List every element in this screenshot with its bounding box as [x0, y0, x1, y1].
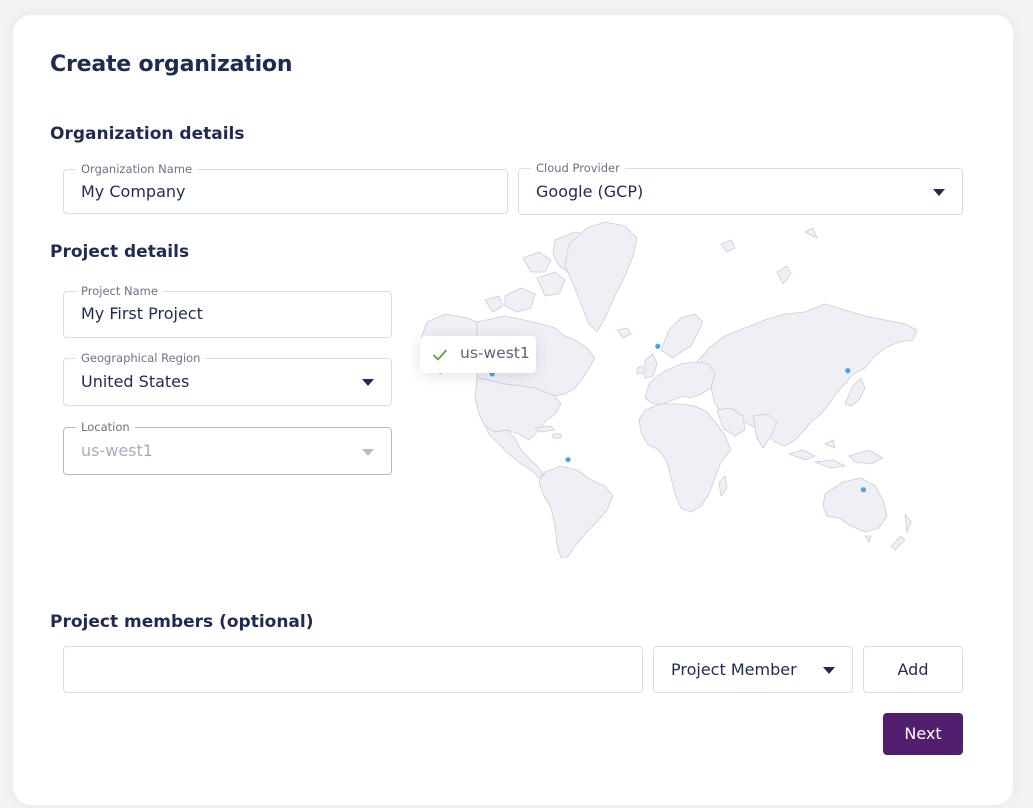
add-member-button[interactable]: Add: [863, 646, 963, 693]
land-caribbean: [534, 425, 562, 439]
location-label: Location: [76, 420, 135, 434]
location-select[interactable]: Location us-west1: [63, 420, 392, 475]
project-details-heading: Project details: [50, 242, 190, 262]
land-tasmania: [864, 535, 872, 543]
organization-name-label: Organization Name: [76, 162, 198, 176]
organization-details-heading: Organization details: [50, 124, 245, 144]
project-name-field[interactable]: Project Name My First Project: [63, 284, 392, 338]
chevron-down-icon[interactable]: [362, 379, 374, 386]
page-title: Create organization: [50, 52, 293, 77]
organization-name-field[interactable]: Organization Name My Company: [63, 162, 508, 214]
next-button[interactable]: Next: [883, 713, 963, 755]
geographical-region-value: United States: [81, 372, 190, 391]
location-value: us-west1: [81, 441, 153, 460]
land-australia: [822, 477, 888, 533]
region-marker-europe-west[interactable]: [655, 343, 661, 349]
project-name-value[interactable]: My First Project: [81, 304, 203, 324]
member-role-select[interactable]: Project Member: [653, 646, 853, 693]
land-india: [752, 413, 778, 449]
land-africa: [638, 403, 732, 513]
cloud-provider-value: Google (GCP): [536, 182, 644, 201]
project-name-label: Project Name: [76, 284, 163, 298]
location-tooltip: us-west1: [420, 336, 536, 373]
cloud-provider-select[interactable]: Cloud Provider Google (GCP): [518, 161, 963, 215]
world-map[interactable]: [405, 218, 935, 559]
region-marker-australia-southeast[interactable]: [860, 487, 866, 493]
chevron-down-icon: [362, 449, 374, 456]
land-japan: [844, 377, 866, 407]
land-arctic-islands: [720, 227, 818, 285]
land-greenland: [564, 221, 638, 333]
land-iceland: [616, 327, 632, 339]
land-indonesia: [788, 439, 884, 469]
land-scandinavia: [660, 313, 704, 359]
region-marker-asia-northeast[interactable]: [845, 368, 851, 374]
chevron-down-icon[interactable]: [933, 189, 945, 196]
region-marker-southamerica[interactable]: [565, 457, 571, 463]
land-new-zealand: [890, 513, 912, 551]
member-role-value: Project Member: [671, 660, 797, 679]
organization-name-value[interactable]: My Company: [81, 182, 185, 202]
cloud-provider-label: Cloud Provider: [531, 161, 625, 175]
land-south-america: [538, 465, 614, 559]
check-icon: [433, 349, 447, 361]
geographical-region-label: Geographical Region: [76, 351, 206, 365]
member-email-input[interactable]: [63, 646, 643, 693]
geographical-region-select[interactable]: Geographical Region United States: [63, 351, 392, 406]
tooltip-text: us-west1: [460, 344, 530, 362]
land-madagascar: [718, 475, 728, 497]
chevron-down-icon[interactable]: [823, 667, 835, 674]
land-uk: [636, 353, 658, 379]
project-members-heading: Project members (optional): [50, 612, 314, 632]
